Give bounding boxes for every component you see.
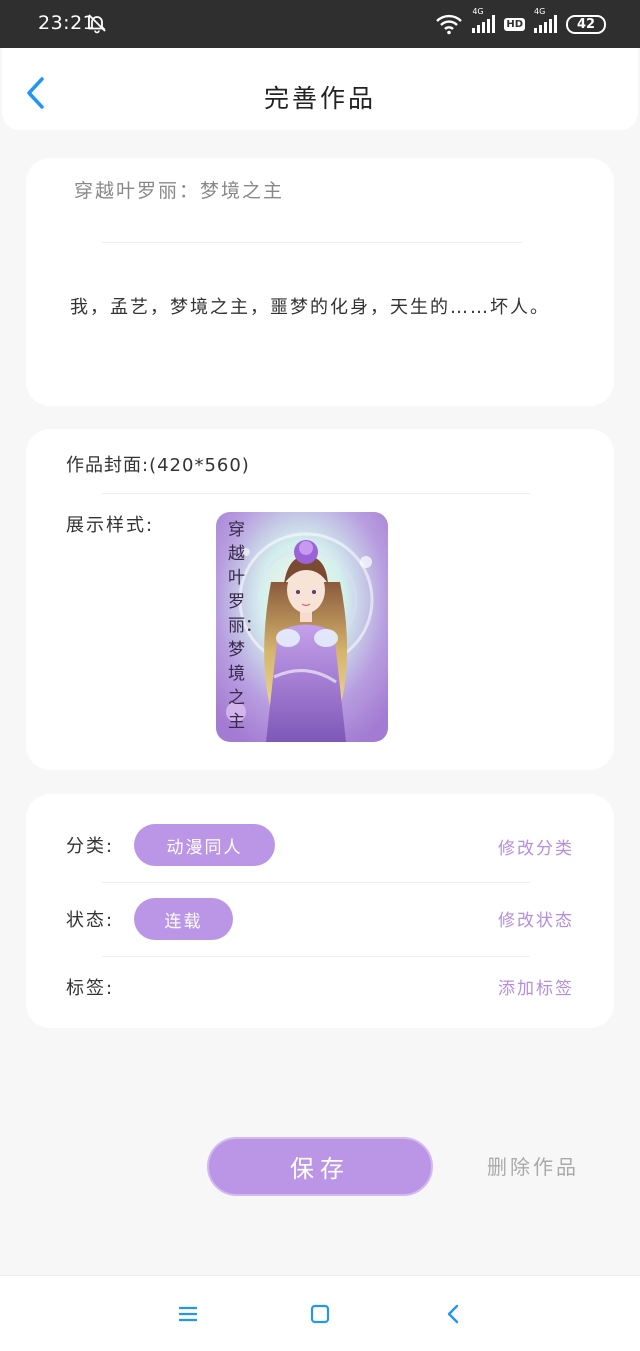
nav-bar: 完善作品 [2,48,638,130]
divider [102,956,530,957]
network-type: 4G [472,7,484,16]
network-type-2: 4G [534,7,546,16]
divider [102,493,530,494]
divider [102,882,530,883]
cover-image[interactable]: 穿越叶罗丽：梦境之主 [216,512,388,742]
add-tags-link[interactable]: 添加标签 [498,974,574,999]
edit-status-link[interactable]: 修改状态 [498,906,574,931]
divider [102,242,522,243]
status-badge[interactable]: 连载 [134,898,233,940]
category-label: 分类: [66,836,115,857]
status-label: 状态: [66,910,115,931]
wifi-icon [436,14,463,35]
status-icons: 4G HD 4G 42 [435,7,606,37]
status-bar: 23:21 4G HD 4G 42 [0,0,640,48]
page-title: 完善作品 [263,84,376,113]
home-square-icon[interactable] [308,1302,332,1326]
category-badge[interactable]: 动漫同人 [134,824,275,866]
battery-icon: 42 [566,14,606,34]
work-info-card: 穿越叶罗丽：梦境之主 我，孟艺，梦境之主，噩梦的化身，天生的……坏人。 [26,158,614,406]
mute-bell-icon [88,14,106,34]
tags-label: 标签: [66,978,115,999]
signal-icon: 4G [472,7,496,33]
nav-back-icon[interactable] [442,1302,466,1326]
signal-icon-2: 4G [534,7,557,33]
cover-card: 作品封面:(420*560) 展示样式: 穿越叶罗丽：梦境之主 [26,429,614,770]
style-label: 展示样式: [66,515,155,536]
work-title-input[interactable]: 穿越叶罗丽：梦境之主 [74,176,284,203]
battery-level: 42 [576,16,596,32]
cover-text: 穿越叶罗丽：梦境之主 [228,520,262,732]
menu-icon[interactable] [176,1302,200,1326]
system-nav-bar [0,1275,640,1351]
save-button[interactable]: 保存 [207,1137,433,1196]
cover-label[interactable]: 作品封面:(420*560) [66,451,250,477]
work-description-input[interactable]: 我，孟艺，梦境之主，噩梦的化身，天生的……坏人。 [70,292,580,324]
details-card: 分类: 动漫同人 修改分类 状态: 连载 修改状态 标签: 添加标签 [26,794,614,1028]
edit-category-link[interactable]: 修改分类 [498,834,574,859]
hd-badge: HD [504,17,525,31]
delete-work-button[interactable]: 删除作品 [487,1151,579,1180]
